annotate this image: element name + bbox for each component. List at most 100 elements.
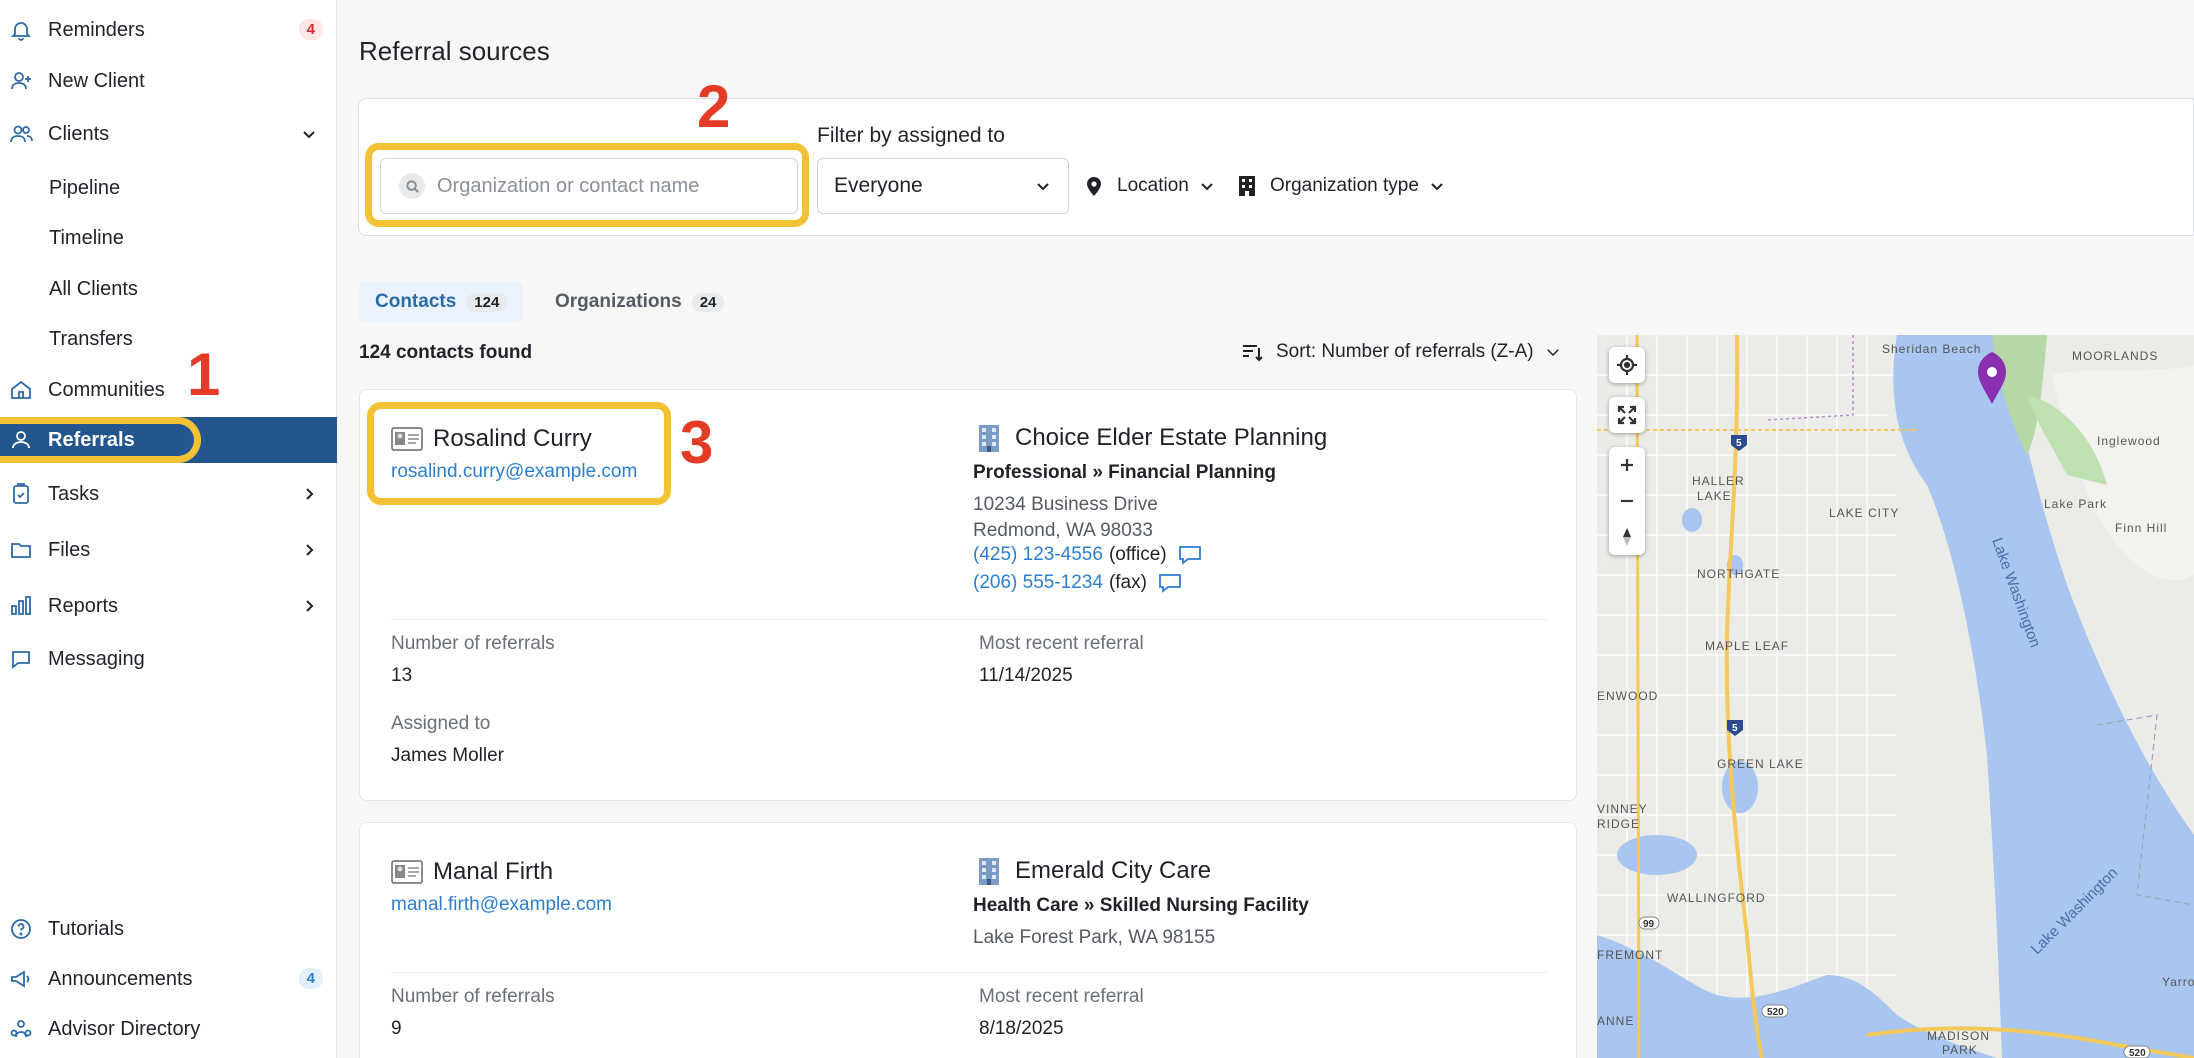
- chevron-right-icon[interactable]: [299, 540, 319, 560]
- map-label: LAKE CITY: [1829, 506, 1899, 520]
- sidebar-item-label: Communities: [48, 378, 165, 401]
- recent-referral-label: Most recent referral: [979, 986, 1144, 1007]
- sidebar-item-label: Reports: [48, 594, 119, 617]
- sidebar-item-label: Clients: [48, 122, 110, 145]
- callout-referrals-highlight: [0, 417, 201, 463]
- assigned-select[interactable]: Everyone: [817, 158, 1069, 214]
- add-user-icon: [8, 68, 34, 94]
- organization-type-filter-label: Organization type: [1270, 175, 1419, 196]
- network-icon: [8, 1016, 34, 1042]
- callout-number-1: 1: [187, 341, 221, 408]
- sidebar-item-reports[interactable]: Reports: [0, 583, 337, 629]
- bar-chart-icon: [8, 593, 34, 619]
- organization-name[interactable]: Choice Elder Estate Planning: [973, 422, 1327, 454]
- referrals-count-label: Number of referrals: [391, 633, 555, 654]
- fax-phone: (206) 555-1234 (fax): [973, 572, 1183, 594]
- chat-icon: [8, 646, 34, 672]
- card-divider: [391, 972, 1547, 973]
- contact-card: Manal Firth manal.firth@example.com Emer…: [359, 822, 1577, 1058]
- callout-number-2: 2: [697, 73, 731, 140]
- reminders-badge: 4: [298, 19, 323, 40]
- organization-name[interactable]: Emerald City Care: [973, 855, 1211, 887]
- sidebar-item-label: Advisor Directory: [48, 1017, 201, 1040]
- card-divider: [391, 619, 1547, 620]
- map-label: PARK: [1942, 1043, 1978, 1057]
- map-label: MADISON: [1927, 1029, 1990, 1043]
- organization-type-filter[interactable]: Organization type: [1236, 174, 1445, 198]
- sidebar-subitem-pipeline[interactable]: Pipeline: [49, 177, 120, 200]
- sidebar-item-tasks[interactable]: Tasks: [0, 471, 337, 517]
- announcements-badge: 4: [298, 968, 323, 989]
- chevron-right-icon[interactable]: [299, 484, 319, 504]
- page-title: Referral sources: [359, 36, 550, 66]
- map-label: Finn Hill: [2115, 521, 2167, 535]
- map[interactable]: Sheridan Beach MOORLANDS Inglewood HALLE…: [1597, 335, 2194, 1058]
- map-label: VINNEY: [1597, 802, 1648, 816]
- locate-me-button[interactable]: [1609, 347, 1645, 383]
- compass-icon[interactable]: [1616, 526, 1638, 548]
- sidebar-item-reminders[interactable]: Reminders 4: [0, 7, 337, 53]
- highway-label: 520: [1767, 1007, 1784, 1018]
- chevron-down-icon: [1201, 183, 1213, 191]
- chevron-down-icon[interactable]: [299, 124, 319, 144]
- sidebar-item-announcements[interactable]: Announcements 4: [0, 956, 337, 1002]
- sidebar-item-label: Tutorials: [48, 917, 124, 940]
- sort-icon: [1243, 345, 1263, 362]
- location-filter-label: Location: [1117, 175, 1189, 196]
- sidebar-item-communities[interactable]: Communities: [0, 367, 337, 413]
- map-label: Inglewood: [2097, 434, 2161, 448]
- organization-name-text: Choice Elder Estate Planning: [1015, 424, 1328, 451]
- chevron-right-icon[interactable]: [299, 596, 319, 616]
- sidebar-subitem-timeline[interactable]: Timeline: [49, 227, 124, 250]
- tab-organizations[interactable]: Organizations 24: [555, 287, 725, 317]
- zoom-out-icon[interactable]: [1616, 490, 1638, 512]
- organization-type: Health Care » Skilled Nursing Facility: [973, 895, 1309, 916]
- expand-icon: [1617, 405, 1637, 425]
- callout-number-3: 3: [680, 409, 714, 476]
- contact-name[interactable]: Manal Firth: [391, 858, 553, 886]
- office-building-icon: [979, 425, 999, 452]
- map-label: Sheridan Beach: [1882, 342, 1981, 356]
- sidebar-item-advisor-directory[interactable]: Advisor Directory: [0, 1006, 337, 1052]
- assigned-select-value: Everyone: [834, 174, 923, 197]
- map-label: Yarro: [2162, 975, 2194, 989]
- map-label: WALLINGFORD: [1667, 891, 1766, 905]
- sidebar-item-messaging[interactable]: Messaging: [0, 636, 337, 682]
- message-icon[interactable]: [1177, 544, 1203, 566]
- tab-count: 124: [466, 292, 508, 312]
- bell-icon: [8, 17, 34, 43]
- map-label: LAKE: [1697, 489, 1732, 503]
- referrals-count-label: Number of referrals: [391, 986, 555, 1007]
- crosshair-icon: [1617, 355, 1637, 375]
- sidebar-subitem-transfers[interactable]: Transfers: [49, 328, 133, 351]
- users-icon: [8, 121, 34, 147]
- office-phone-link[interactable]: (425) 123-4556: [973, 544, 1103, 566]
- tab-contacts[interactable]: Contacts 124: [359, 282, 524, 322]
- highway-label: 520: [2129, 1048, 2146, 1058]
- map-pin-icon: [1087, 177, 1101, 196]
- map-label: FREMONT: [1597, 948, 1663, 962]
- referrals-count: 9: [391, 1018, 402, 1039]
- location-filter[interactable]: Location: [1083, 174, 1215, 198]
- highway-label: 5: [1736, 438, 1742, 449]
- sidebar-item-tutorials[interactable]: Tutorials: [0, 906, 337, 952]
- fullscreen-button[interactable]: [1609, 397, 1645, 433]
- chevron-down-icon: [1431, 183, 1443, 191]
- sidebar-item-label: Reminders: [48, 18, 145, 41]
- message-icon[interactable]: [1157, 572, 1183, 594]
- highway-label: 99: [1643, 919, 1655, 930]
- sidebar-item-files[interactable]: Files: [0, 527, 337, 573]
- home-icon: [8, 377, 34, 403]
- sidebar-item-new-client[interactable]: New Client: [0, 58, 337, 104]
- contact-email-link[interactable]: manal.firth@example.com: [391, 894, 612, 916]
- recent-referral-date: 8/18/2025: [979, 1018, 1064, 1039]
- sort-dropdown[interactable]: Sort: Number of referrals (Z-A): [1240, 340, 1562, 364]
- assigned-to-value: James Moller: [391, 745, 504, 766]
- sidebar-subitem-all-clients[interactable]: All Clients: [49, 278, 138, 301]
- chevron-down-icon: [1037, 183, 1049, 191]
- sidebar-item-clients[interactable]: Clients: [0, 111, 337, 157]
- assigned-to-label: Assigned to: [391, 713, 491, 734]
- zoom-in-icon[interactable]: [1616, 454, 1638, 476]
- help-circle-icon: [8, 916, 34, 942]
- fax-phone-link[interactable]: (206) 555-1234: [973, 572, 1103, 594]
